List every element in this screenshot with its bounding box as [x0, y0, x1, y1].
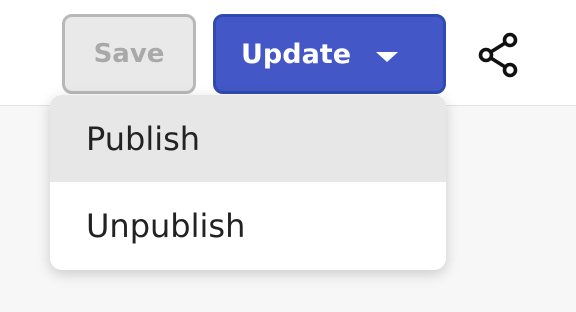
share-icon[interactable] — [474, 30, 522, 80]
menu-item-label: Unpublish — [86, 206, 246, 245]
update-dropdown-button[interactable]: Update — [213, 14, 446, 94]
caret-down-icon — [376, 52, 398, 62]
toolbar: Save Update — [0, 0, 576, 106]
save-button-label: Save — [93, 39, 165, 69]
menu-item-publish[interactable]: Publish — [50, 95, 446, 182]
update-button-label: Update — [241, 38, 352, 70]
update-dropdown-menu: Publish Unpublish — [50, 95, 446, 270]
menu-item-unpublish[interactable]: Unpublish — [50, 182, 446, 269]
save-button[interactable]: Save — [62, 14, 196, 94]
menu-item-label: Publish — [86, 119, 201, 158]
